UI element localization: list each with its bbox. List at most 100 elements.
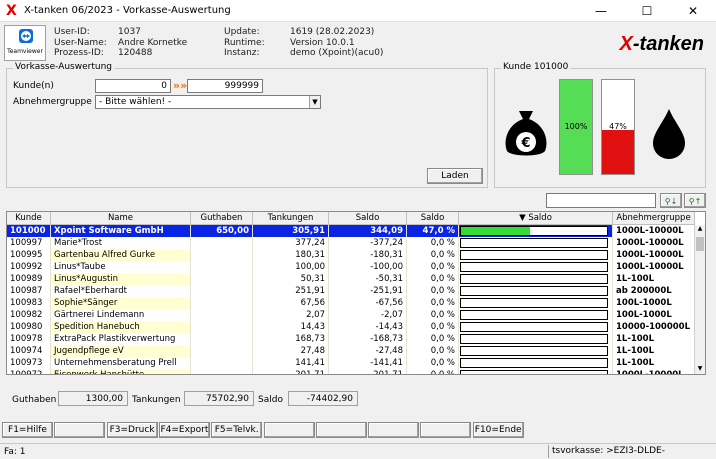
col-header-saldo[interactable]: Saldo xyxy=(329,212,407,225)
saldo-bar xyxy=(460,226,608,236)
update-value: 1619 (28.02.2023) xyxy=(290,27,375,37)
col-header-tankungen[interactable]: Tankungen xyxy=(253,212,329,225)
col-header-name[interactable]: Name xyxy=(51,212,191,225)
abnehmergruppe-select[interactable]: - Bitte wählen! - ▼ xyxy=(95,95,321,109)
f1-help-button[interactable]: F1=Hilfe xyxy=(2,422,53,438)
f2-button[interactable] xyxy=(54,422,106,438)
customer-panel: Kunde 101000 € 100% 47% xyxy=(494,62,706,188)
table-row[interactable]: 100978 ExtraPack Plastikverwertung 168,73-… xyxy=(7,333,695,345)
cell-saldo: -100,00 xyxy=(329,261,407,273)
cell-guthaben xyxy=(191,261,253,273)
table-row[interactable]: 100972 Eisenwerk Hanshütte 201,71 -201,71 0,… xyxy=(7,369,695,374)
cell-saldo-bar xyxy=(459,333,613,345)
f6-button[interactable] xyxy=(263,422,315,438)
abnehmergruppe-value: - Bitte wählen! - xyxy=(99,97,172,107)
cell-kunde: 100989 xyxy=(7,273,51,285)
cell-abnehmergruppe: 100L-1000L xyxy=(613,297,695,309)
cell-saldo-pct: 0,0 % xyxy=(407,237,459,249)
col-header-kunde[interactable]: Kunde xyxy=(7,212,51,225)
table-row[interactable]: 100989 Linus*Augustin 50,31 -50,31 0,0 % 1L-1… xyxy=(7,273,695,285)
f8-button[interactable] xyxy=(368,422,420,438)
f7-button[interactable] xyxy=(315,422,367,438)
search-input[interactable] xyxy=(546,193,656,208)
cell-tankungen: 180,31 xyxy=(253,249,329,261)
search-up-button[interactable]: ⚲↑ xyxy=(684,193,706,208)
cell-name: Jugendpflege eV xyxy=(51,345,191,357)
cell-tankungen: 100,00 xyxy=(253,261,329,273)
cell-guthaben: 650,00 xyxy=(191,225,253,237)
cell-saldo-pct: 0,0 % xyxy=(407,261,459,273)
cell-saldo-pct: 0,0 % xyxy=(407,285,459,297)
vertical-scrollbar[interactable]: ▲ ▼ xyxy=(694,225,705,374)
col-header-saldo-bar[interactable]: ▼ Saldo xyxy=(459,212,613,225)
cell-saldo-pct: 0,0 % xyxy=(407,249,459,261)
f10-exit-button[interactable]: F10=Ende xyxy=(472,422,524,438)
col-header-guthaben[interactable]: Guthaben xyxy=(191,212,253,225)
kunde-to-input[interactable]: 999999 xyxy=(187,79,263,93)
load-button[interactable]: Laden xyxy=(427,168,483,184)
total-tankungen-label: Tankungen xyxy=(132,395,181,405)
f3-print-button[interactable]: F3=Druck xyxy=(106,422,158,438)
table-row[interactable]: 100982 Gärtnerei Lindemann 2,07 -2,07 0,0 % 1… xyxy=(7,309,695,321)
cell-kunde: 100987 xyxy=(7,285,51,297)
teamviewer-label: Teamviewer xyxy=(7,48,43,55)
cell-saldo-bar xyxy=(459,273,613,285)
cell-saldo-pct: 0,0 % xyxy=(407,345,459,357)
table-row[interactable]: 100980 Spedition Hanebuch 14,43 -14,43 0,0 %… xyxy=(7,321,695,333)
cell-guthaben xyxy=(191,309,253,321)
kunde-from-input[interactable]: 0 xyxy=(95,79,171,93)
cell-name: Gartenbau Alfred Gurke xyxy=(51,249,191,261)
cell-saldo-bar xyxy=(459,369,613,374)
cell-kunde: 101000 xyxy=(7,225,51,237)
cell-abnehmergruppe: 1000L-10000L xyxy=(613,249,695,261)
cell-guthaben xyxy=(191,357,253,369)
cell-kunde: 100972 xyxy=(7,369,51,374)
scroll-down-icon[interactable]: ▼ xyxy=(696,365,704,374)
f4-export-button[interactable]: F4=Export xyxy=(158,422,210,438)
col-header-abnehmergruppe[interactable]: Abnehmergruppe xyxy=(613,212,695,225)
table-row[interactable]: 100987 Rafael*Eberhardt 251,91 -251,91 0,0 %… xyxy=(7,285,695,297)
abnehmergruppe-label: Abnehmergruppe xyxy=(13,97,92,107)
brand-text: -tanken xyxy=(632,33,704,55)
brand-x: X xyxy=(619,33,633,55)
user-id-value: 1037 xyxy=(118,27,141,37)
table-row[interactable]: 100995 Gartenbau Alfred Gurke 180,31 -180,3… xyxy=(7,249,695,261)
scroll-up-icon[interactable]: ▲ xyxy=(696,225,704,235)
col-header-saldo-pct[interactable]: Saldo xyxy=(407,212,459,225)
minimize-button[interactable]: — xyxy=(578,0,624,22)
cell-name: Xpoint Software GmbH xyxy=(51,225,191,237)
cell-saldo-pct: 0,0 % xyxy=(407,273,459,285)
maximize-button[interactable]: ☐ xyxy=(624,0,670,22)
table-row[interactable]: 101000 Xpoint Software GmbH 650,00 305,91 34… xyxy=(7,225,695,237)
status-bar: Fa: 1 tsvorkasse: >EZI3-DLDE-XI1L xyxy=(0,443,716,459)
cell-kunde: 100997 xyxy=(7,237,51,249)
cell-guthaben xyxy=(191,237,253,249)
table-row[interactable]: 100997 Marie*Trost 377,24 -377,24 0,0 % 1000L… xyxy=(7,237,695,249)
table-row[interactable]: 100983 Sophie*Sänger 67,56 -67,56 0,0 % 100L-… xyxy=(7,297,695,309)
f9-button[interactable] xyxy=(420,422,472,438)
cell-saldo-bar xyxy=(459,285,613,297)
cell-saldo: -2,07 xyxy=(329,309,407,321)
cell-saldo-bar xyxy=(459,249,613,261)
saldo-bar xyxy=(460,346,608,356)
customer-panel-title: Kunde 101000 xyxy=(501,62,571,72)
kunden-label: Kunde(n) xyxy=(13,81,54,91)
search-down-button[interactable]: ⚲↓ xyxy=(660,193,682,208)
binoculars-up-icon: ⚲↑ xyxy=(688,197,702,206)
cell-tankungen: 305,91 xyxy=(253,225,329,237)
table-row[interactable]: 100974 Jugendpflege eV 27,48 -27,48 0,0 % 1L-… xyxy=(7,345,695,357)
teamviewer-button[interactable]: Teamviewer xyxy=(4,25,46,61)
cell-saldo-pct: 0,0 % xyxy=(407,321,459,333)
cell-abnehmergruppe: 1000L-10000L xyxy=(613,225,695,237)
status-left: Fa: 1 xyxy=(4,447,26,457)
app-x-icon: X xyxy=(6,3,17,19)
cell-saldo: -14,43 xyxy=(329,321,407,333)
f5-telvk-button[interactable]: F5=Telvk. xyxy=(211,422,263,438)
cell-saldo-pct: 0,0 % xyxy=(407,297,459,309)
cell-tankungen: 14,43 xyxy=(253,321,329,333)
chevron-down-icon[interactable]: ▼ xyxy=(309,96,320,108)
close-button[interactable]: ✕ xyxy=(670,0,716,22)
scroll-thumb[interactable] xyxy=(696,237,704,251)
table-row[interactable]: 100992 Linus*Taube 100,00 -100,00 0,0 % 1000L… xyxy=(7,261,695,273)
table-row[interactable]: 100973 Unternehmensberatung Prell 141,41 -1… xyxy=(7,357,695,369)
